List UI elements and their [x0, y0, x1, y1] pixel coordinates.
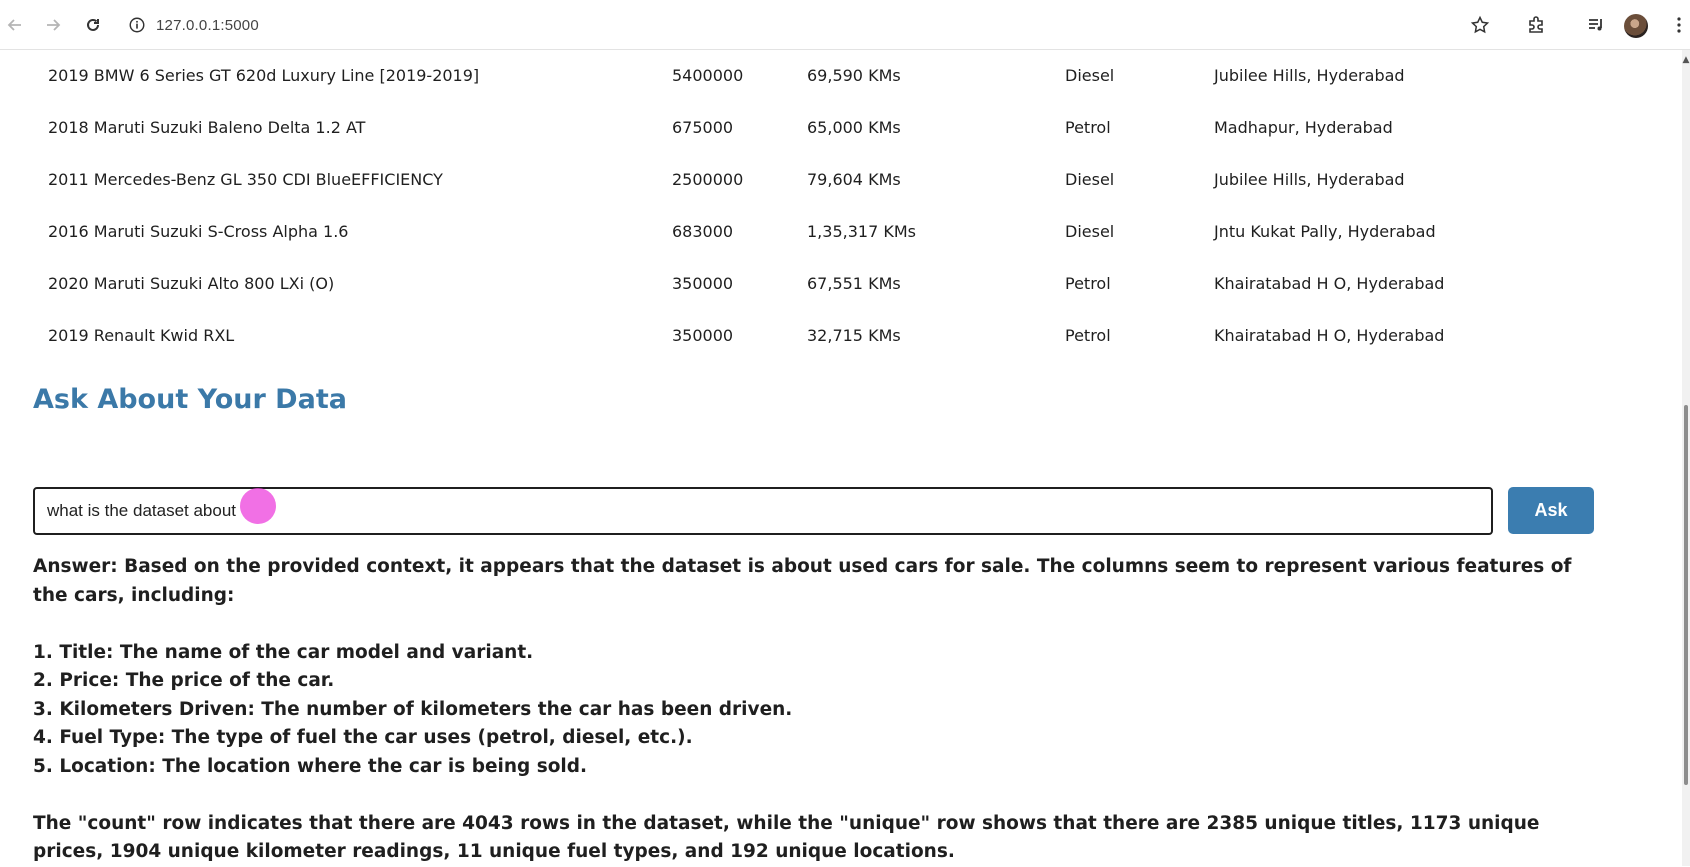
scroll-up-icon[interactable]: ▲ — [1682, 56, 1690, 65]
cell-km: 79,604 KMs — [807, 170, 901, 189]
ask-section-heading: Ask About Your Data — [33, 384, 347, 415]
cell-fuel: Diesel — [1065, 170, 1115, 189]
site-info-icon[interactable] — [128, 16, 146, 34]
profile-avatar[interactable] — [1624, 14, 1648, 38]
cell-price: 350000 — [672, 274, 734, 293]
cell-location: Madhapur, Hyderabad — [1214, 118, 1393, 137]
answer-item: 2. Price: The price of the car. — [33, 670, 335, 691]
table-row: 2011 Mercedes-Benz GL 350 CDI BlueEFFICI… — [0, 154, 1682, 206]
table-row: 2020 Maruti Suzuki Alto 800 LXi (O) 3500… — [0, 258, 1682, 310]
cell-price: 675000 — [672, 118, 734, 137]
answer-intro: Answer: Based on the provided context, i… — [33, 556, 1572, 606]
cell-price: 5400000 — [672, 66, 744, 85]
cell-price: 350000 — [672, 326, 734, 345]
table-row: 2019 Renault Kwid RXL 350000 32,715 KMs … — [0, 310, 1682, 362]
cell-km: 1,35,317 KMs — [807, 222, 916, 241]
cell-location: Jubilee Hills, Hyderabad — [1214, 170, 1405, 189]
media-control-icon[interactable] — [1581, 10, 1611, 40]
cursor-highlight — [240, 488, 276, 524]
table-row: 2019 BMW 6 Series GT 620d Luxury Line [2… — [0, 50, 1682, 102]
url-text[interactable]: 127.0.0.1:5000 — [156, 17, 259, 34]
cell-km: 32,715 KMs — [807, 326, 901, 345]
ask-button[interactable]: Ask — [1508, 487, 1594, 534]
cell-km: 65,000 KMs — [807, 118, 901, 137]
scrollbar-thumb[interactable] — [1684, 405, 1688, 785]
cell-fuel: Diesel — [1065, 66, 1115, 85]
cell-title: 2011 Mercedes-Benz GL 350 CDI BlueEFFICI… — [48, 170, 443, 189]
cell-title: 2016 Maruti Suzuki S-Cross Alpha 1.6 — [48, 222, 349, 241]
cell-fuel: Petrol — [1065, 274, 1111, 293]
cell-fuel: Diesel — [1065, 222, 1115, 241]
cell-location: Khairatabad H O, Hyderabad — [1214, 326, 1445, 345]
cell-fuel: Petrol — [1065, 326, 1111, 345]
cell-km: 69,590 KMs — [807, 66, 901, 85]
back-arrow-icon[interactable] — [0, 10, 30, 40]
star-icon[interactable] — [1465, 10, 1495, 40]
cell-title: 2018 Maruti Suzuki Baleno Delta 1.2 AT — [48, 118, 366, 137]
address-bar[interactable]: 127.0.0.1:5000 — [128, 10, 259, 40]
extensions-icon[interactable] — [1521, 10, 1551, 40]
cell-location: Khairatabad H O, Hyderabad — [1214, 274, 1445, 293]
answer-item: 3. Kilometers Driven: The number of kilo… — [33, 698, 793, 720]
answer-item: 1. Title: The name of the car model and … — [33, 641, 534, 663]
browser-toolbar: 127.0.0.1:5000 — [0, 0, 1690, 50]
cell-km: 67,551 KMs — [807, 274, 901, 293]
table-row: 2018 Maruti Suzuki Baleno Delta 1.2 AT 6… — [0, 102, 1682, 154]
more-menu-icon[interactable] — [1664, 10, 1690, 40]
forward-arrow-icon[interactable] — [38, 10, 68, 40]
cell-fuel: Petrol — [1065, 118, 1111, 137]
cell-price: 2500000 — [672, 170, 744, 189]
cell-price: 683000 — [672, 222, 734, 241]
table-row: 2016 Maruti Suzuki S-Cross Alpha 1.6 683… — [0, 206, 1682, 258]
answer-item: 4. Fuel Type: The type of fuel the car u… — [33, 727, 693, 748]
reload-icon[interactable] — [78, 10, 108, 40]
cell-title: 2020 Maruti Suzuki Alto 800 LXi (O) — [48, 274, 335, 293]
cell-title: 2019 Renault Kwid RXL — [48, 326, 235, 345]
cell-location: Jubilee Hills, Hyderabad — [1214, 66, 1405, 85]
answer-summary: The "count" row indicates that there are… — [33, 812, 1540, 863]
answer-item: 5. Location: The location where the car … — [33, 755, 588, 777]
answer-block: Answer: Based on the provided context, i… — [33, 553, 1603, 867]
cell-location: Jntu Kukat Pally, Hyderabad — [1214, 222, 1436, 241]
cell-title: 2019 BMW 6 Series GT 620d Luxury Line [2… — [48, 66, 480, 85]
